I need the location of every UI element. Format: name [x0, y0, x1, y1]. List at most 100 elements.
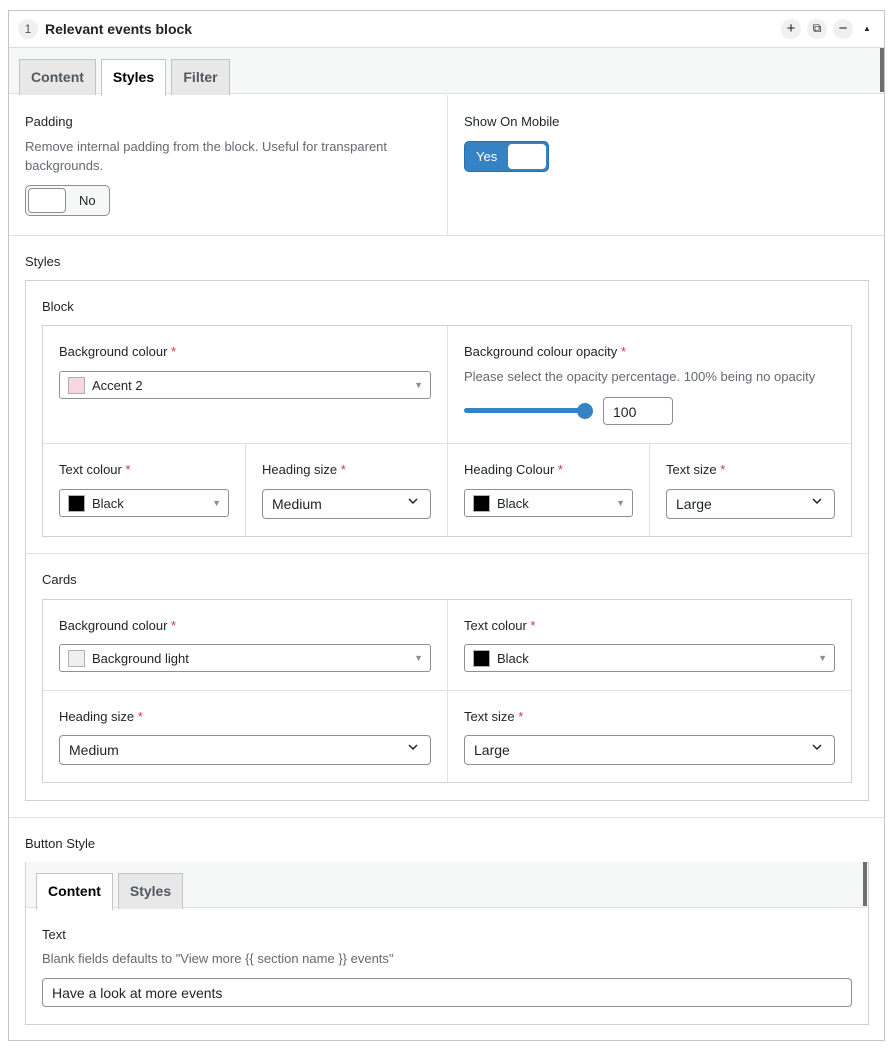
dropdown-triangle-icon: ▼	[414, 380, 423, 390]
divider	[447, 444, 448, 536]
required-marker: *	[530, 618, 536, 633]
cards-text-size-label-text: Text size	[464, 709, 515, 724]
required-marker: *	[125, 462, 131, 477]
cards-heading-size-value: Medium	[69, 742, 119, 758]
padding-description-line2: backgrounds.	[25, 158, 104, 173]
button-style-scrollbar[interactable]	[863, 862, 867, 906]
tab-styles[interactable]: Styles	[101, 59, 166, 96]
chevron-down-icon	[408, 744, 418, 751]
required-marker: *	[518, 709, 524, 724]
divider	[649, 444, 650, 536]
block-text-size-label: Text size *	[666, 462, 725, 477]
add-layout-icon[interactable]: +	[781, 19, 801, 39]
block-text-colour-value: Black	[92, 496, 124, 511]
layout-panel: 1 Relevant events block + ⧉ − ▲ Content …	[8, 10, 885, 1041]
block-heading-colour-label: Heading Colour *	[464, 462, 563, 477]
dropdown-triangle-icon: ▼	[616, 498, 625, 508]
block-heading-size-value: Medium	[272, 496, 322, 512]
block-bg-colour-label-text: Background colour	[59, 344, 168, 359]
cards-text-size-select[interactable]: Large	[464, 735, 835, 765]
button-text-description: Blank fields defaults to "View more {{ s…	[42, 951, 394, 966]
cards-text-colour-label-text: Text colour	[464, 618, 527, 633]
button-style-label: Button Style	[25, 836, 96, 851]
block-bg-colour-label: Background colour *	[59, 344, 176, 359]
dropdown-triangle-icon: ▼	[212, 498, 221, 508]
button-text-value: Have a look at more events	[52, 985, 223, 1001]
cards-bg-colour-label-text: Background colour	[59, 618, 168, 633]
button-style-tab-styles[interactable]: Styles	[118, 873, 183, 909]
colour-swatch	[68, 495, 85, 512]
button-text-input[interactable]: Have a look at more events	[42, 978, 852, 1007]
divider	[447, 326, 448, 444]
divider	[26, 553, 868, 554]
cards-bg-colour-label: Background colour *	[59, 618, 176, 633]
block-text-size-select[interactable]: Large	[666, 489, 835, 519]
block-text-size-value: Large	[676, 496, 712, 512]
block-bg-opacity-description: Please select the opacity percentage. 10…	[464, 369, 816, 384]
remove-layout-icon[interactable]: −	[833, 19, 853, 39]
cards-group: Background colour * Background light ▼ T…	[42, 599, 852, 783]
cards-bg-colour-value: Background light	[92, 651, 189, 666]
cards-text-colour-value: Black	[497, 651, 529, 666]
cards-heading-size-label: Heading size *	[59, 709, 143, 724]
block-bg-opacity-label: Background colour opacity *	[464, 344, 626, 359]
block-bg-colour-select[interactable]: Accent 2 ▼	[59, 371, 431, 399]
cards-text-size-value: Large	[474, 742, 510, 758]
padding-description-line1: Remove internal padding from the block. …	[25, 139, 388, 154]
required-marker: *	[557, 462, 564, 477]
show-on-mobile-toggle[interactable]: Yes	[464, 141, 549, 172]
divider	[447, 95, 448, 235]
block-heading-size-label-text: Heading size	[262, 462, 338, 477]
block-heading-colour-label-text: Heading Colour	[464, 462, 555, 477]
layout-title: Relevant events block	[45, 21, 193, 37]
cards-bg-colour-select[interactable]: Background light ▼	[59, 644, 431, 672]
block-text-colour-select[interactable]: Black ▼	[59, 489, 229, 517]
button-style-tab-bar: Content Styles	[26, 862, 867, 910]
padding-toggle[interactable]: No	[25, 185, 110, 216]
tab-scrollbar[interactable]	[880, 48, 884, 92]
dropdown-triangle-icon: ▼	[818, 653, 827, 663]
opacity-slider-track[interactable]	[464, 408, 592, 413]
opacity-value: 100	[613, 404, 637, 420]
cards-text-size-label: Text size *	[464, 709, 523, 724]
cards-label: Cards	[42, 572, 77, 587]
block-heading-size-label: Heading size *	[262, 462, 346, 477]
styles-label: Styles	[25, 254, 61, 269]
block-heading-size-select[interactable]: Medium	[262, 489, 431, 519]
colour-swatch	[68, 377, 85, 394]
tab-content[interactable]: Content	[19, 59, 96, 95]
duplicate-layout-icon[interactable]: ⧉	[807, 19, 827, 39]
colour-swatch	[68, 650, 85, 667]
padding-label: Padding	[25, 114, 73, 129]
required-marker: *	[620, 344, 626, 359]
show-on-mobile-label: Show On Mobile	[464, 114, 560, 129]
collapse-caret-icon[interactable]: ▲	[857, 19, 877, 39]
cards-heading-size-select[interactable]: Medium	[59, 735, 431, 765]
block-label: Block	[42, 299, 74, 314]
divider	[9, 235, 884, 236]
cards-text-colour-select[interactable]: Black ▼	[464, 644, 835, 672]
padding-description: Remove internal padding from the block. …	[25, 137, 387, 175]
block-group: Background colour * Accent 2 ▼ Backgroun…	[42, 325, 852, 537]
button-text-label: Text	[42, 927, 66, 942]
colour-swatch	[473, 650, 490, 667]
block-heading-colour-select[interactable]: Black ▼	[464, 489, 633, 517]
divider	[245, 444, 246, 536]
dropdown-triangle-icon: ▼	[414, 653, 423, 663]
divider	[43, 690, 851, 691]
toggle-knob	[28, 188, 66, 213]
tab-filter[interactable]: Filter	[171, 59, 230, 95]
colour-swatch	[473, 495, 490, 512]
button-style-tab-content[interactable]: Content	[36, 873, 113, 910]
chevron-down-icon	[812, 498, 822, 505]
opacity-number-input[interactable]: 100	[603, 397, 673, 425]
required-marker: *	[720, 462, 726, 477]
cards-text-colour-label: Text colour *	[464, 618, 536, 633]
styles-group: Block Background colour * Accent 2 ▼ Bac…	[25, 280, 869, 801]
layout-header[interactable]: 1 Relevant events block + ⧉ − ▲	[9, 11, 884, 48]
chevron-down-icon	[812, 744, 822, 751]
block-bg-colour-value: Accent 2	[92, 378, 143, 393]
divider	[447, 600, 448, 782]
cards-heading-size-label-text: Heading size	[59, 709, 135, 724]
opacity-slider-handle[interactable]	[577, 403, 593, 419]
